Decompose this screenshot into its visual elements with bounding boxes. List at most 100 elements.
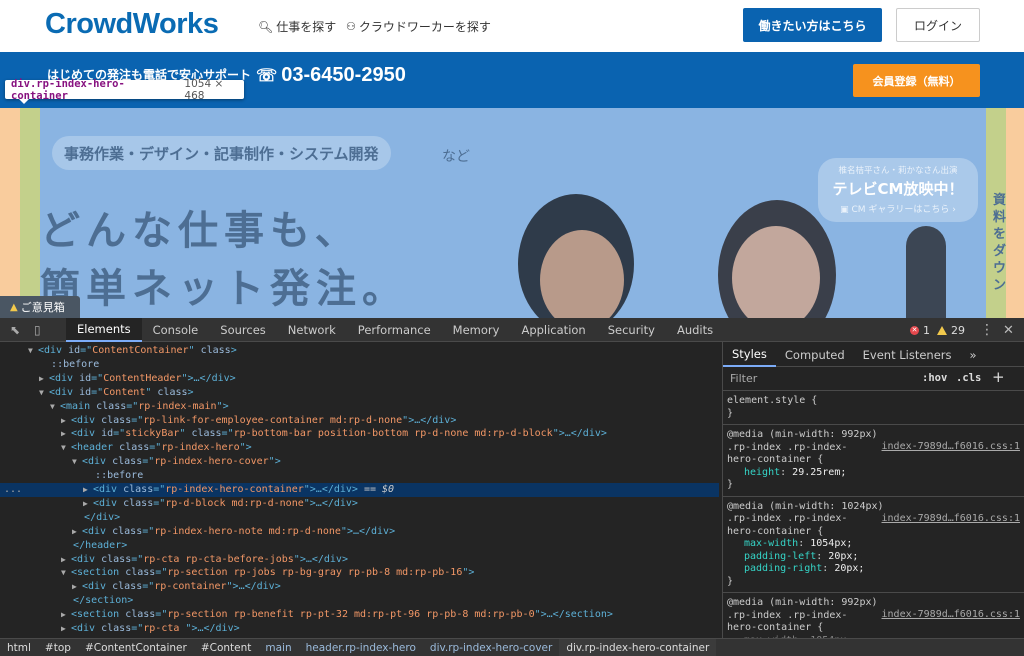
- styles-tab-more[interactable]: »: [961, 342, 986, 367]
- dom-node-line[interactable]: ▶ <div class="rp-link-for-employee-contai…: [0, 414, 719, 428]
- login-button[interactable]: ログイン: [896, 8, 980, 42]
- collapse-arrow-icon[interactable]: ▼: [28, 344, 38, 358]
- crowdworks-logo[interactable]: CrowdWorks: [45, 8, 219, 41]
- css-property[interactable]: max-width: 1054px;: [727, 538, 1024, 551]
- collapse-arrow-icon[interactable]: ▼: [39, 386, 49, 400]
- rule-source-link[interactable]: index-7989d…f6016.css:1: [882, 441, 1020, 454]
- breadcrumb-item[interactable]: div.rp-index-hero-container: [559, 639, 717, 656]
- css-rule[interactable]: @media (min-width: 992px) index-7989d…f60…: [723, 593, 1024, 638]
- element-style-rule[interactable]: element.style { }: [723, 391, 1024, 425]
- inspect-cursor-icon[interactable]: ⬉: [10, 323, 24, 337]
- filter-input[interactable]: Filter: [730, 372, 757, 385]
- expand-arrow-icon[interactable]: ▶: [61, 427, 71, 441]
- download-docs-tab[interactable]: 資料をダウン: [993, 192, 1007, 294]
- selected-dots: ...: [4, 484, 23, 495]
- dom-node-line[interactable]: ▼ <header class="rp-index-hero">: [0, 441, 719, 455]
- styles-tab-styles[interactable]: Styles: [723, 342, 776, 367]
- rule-source-link[interactable]: index-7989d…f6016.css:1: [882, 513, 1020, 526]
- dom-node-line[interactable]: ▼ <main class="rp-index-main">: [0, 400, 719, 414]
- more-options-icon[interactable]: ⋮: [980, 318, 994, 342]
- dom-node-line[interactable]: ▼ <div id="Content" class>: [0, 386, 719, 400]
- cm-gallery-link[interactable]: ▣ CM ギャラリーはこちら ›: [818, 202, 978, 215]
- attr-eq: =": [126, 400, 139, 412]
- css-rule[interactable]: @media (min-width: 992px) index-7989d…f60…: [723, 425, 1024, 497]
- tag-open: <header: [71, 442, 114, 454]
- tab-application[interactable]: Application: [510, 318, 596, 342]
- close-icon[interactable]: ✕: [1003, 318, 1014, 342]
- tab-network[interactable]: Network: [277, 318, 347, 342]
- worker-signup-button[interactable]: 働きたい方はこちら: [743, 8, 882, 42]
- tab-memory[interactable]: Memory: [442, 318, 511, 342]
- attr-name: class: [185, 428, 222, 440]
- property-name: max-width: [744, 538, 799, 549]
- expand-arrow-icon[interactable]: ▶: [61, 608, 71, 622]
- css-property[interactable]: padding-left: 20px;: [727, 551, 1024, 564]
- tv-cm-banner[interactable]: 椎名桔平さん・莉かなさん出演 テレビCM放映中！ ▣ CM ギャラリーはこちら …: [818, 158, 978, 222]
- device-toolbar-icon[interactable]: ▯: [34, 323, 48, 337]
- dom-node-line[interactable]: </header>: [0, 539, 719, 553]
- breadcrumb-item[interactable]: #Content: [194, 639, 259, 656]
- dom-node-line[interactable]: ▶ <div class="rp-index-hero-note md:rp-d-…: [0, 525, 719, 539]
- css-property[interactable]: height: 29.25rem;: [727, 467, 1024, 480]
- website-viewport: CrowdWorks 🔍︎ 仕事を探す ⚇ クラウドワーカーを探す 働きたい方は…: [0, 0, 1024, 318]
- attr-value: rp-index-main: [138, 400, 217, 412]
- dom-node-line[interactable]: ▼ <section class="rp-section rp-jobs rp-b…: [0, 566, 719, 580]
- css-property[interactable]: padding-right: 20px;: [727, 563, 1024, 576]
- elements-tree[interactable]: ▼ <div id="ContentContainer" class> ::bef…: [0, 342, 719, 638]
- breadcrumb-item[interactable]: #top: [38, 639, 78, 656]
- tab-sources[interactable]: Sources: [209, 318, 277, 342]
- dom-node-line[interactable]: ::before: [0, 469, 719, 483]
- dom-node-line[interactable]: </div>: [0, 511, 719, 525]
- dom-node-line[interactable]: ▼ <div class="rp-index-hero-cover">: [0, 455, 719, 469]
- dom-node-line[interactable]: ▶ <div id="stickyBar" class="rp-bottom-ba…: [0, 427, 719, 441]
- breadcrumb-item[interactable]: #ContentContainer: [78, 639, 194, 656]
- expand-arrow-icon[interactable]: ▶: [39, 372, 49, 386]
- tab-performance[interactable]: Performance: [347, 318, 442, 342]
- tab-console[interactable]: Console: [142, 318, 210, 342]
- feedback-button[interactable]: ▲ ご意見箱: [0, 296, 80, 318]
- dom-node-line[interactable]: ▶ <div class="rp-cta ">…</div>: [0, 622, 719, 636]
- expand-arrow-icon[interactable]: ▶: [83, 483, 93, 497]
- dom-node-line[interactable]: ... ▶ <div class="rp-index-hero-container"…: [0, 483, 719, 497]
- dom-node-line[interactable]: </section>: [0, 594, 719, 608]
- collapse-arrow-icon[interactable]: ▼: [72, 455, 82, 469]
- collapse-arrow-icon[interactable]: ▼: [50, 400, 60, 414]
- styles-tab-computed[interactable]: Computed: [776, 342, 854, 367]
- dom-node-line[interactable]: ▶ <div id="ContentHeader">…</div>: [0, 372, 719, 386]
- breadcrumb-item[interactable]: html: [0, 639, 38, 656]
- dom-node-line[interactable]: ▶ <div class="rp-cta rp-cta-before-jobs">…: [0, 553, 719, 567]
- styles-tab-event-listeners[interactable]: Event Listeners: [854, 342, 961, 367]
- member-signup-button[interactable]: 会員登録（無料）: [853, 64, 980, 97]
- expand-arrow-icon[interactable]: ▶: [61, 622, 71, 636]
- breadcrumb-item[interactable]: header.rp-index-hero: [299, 639, 423, 656]
- media-query: @media (min-width: 1024px): [727, 500, 884, 512]
- dom-node-line[interactable]: ▶ <section class="rp-section rp-benefit r…: [0, 608, 719, 622]
- tab-audits[interactable]: Audits: [666, 318, 724, 342]
- expand-arrow-icon[interactable]: ▶: [61, 553, 71, 567]
- devtools-toolbar: ⬉ ▯ Elements Console Sources Network Perform…: [0, 318, 1024, 342]
- hov-toggle[interactable]: :hov: [922, 372, 947, 384]
- expand-arrow-icon[interactable]: ▶: [83, 497, 93, 511]
- console-counts[interactable]: ✕ 1 29: [910, 318, 965, 342]
- collapse-arrow-icon[interactable]: ▼: [61, 441, 71, 455]
- expand-arrow-icon[interactable]: ▶: [72, 525, 82, 539]
- dom-node-line[interactable]: ▶ <div class="rp-container">…</div>: [0, 580, 719, 594]
- breadcrumb-item[interactable]: main: [258, 639, 298, 656]
- dom-node-line[interactable]: ▶ <div class="rp-d-block md:rp-d-none">…<…: [0, 497, 719, 511]
- expand-arrow-icon[interactable]: ▶: [72, 580, 82, 594]
- collapse-arrow-icon[interactable]: ▼: [61, 566, 71, 580]
- attr-name: class: [106, 581, 143, 593]
- tab-elements[interactable]: Elements: [66, 318, 142, 342]
- cls-toggle[interactable]: .cls: [956, 372, 981, 384]
- dom-node-line[interactable]: ▼ <div id="ContentContainer" class>: [0, 344, 719, 358]
- tab-security[interactable]: Security: [597, 318, 666, 342]
- expand-arrow-icon[interactable]: ▶: [61, 414, 71, 428]
- breadcrumb-item[interactable]: div.rp-index-hero-cover: [423, 639, 559, 656]
- nav-find-jobs[interactable]: 🔍︎ 仕事を探す: [258, 18, 336, 35]
- dom-node-line[interactable]: ::before: [0, 358, 719, 372]
- nav-find-workers[interactable]: ⚇ クラウドワーカーを探す: [346, 18, 491, 35]
- new-rule-icon[interactable]: +: [992, 368, 1005, 386]
- phone-number[interactable]: ☏ 03-6450-2950: [256, 64, 406, 87]
- rule-source-link[interactable]: index-7989d…f6016.css:1: [882, 609, 1020, 622]
- css-rule[interactable]: @media (min-width: 1024px) index-7989d…f6…: [723, 497, 1024, 593]
